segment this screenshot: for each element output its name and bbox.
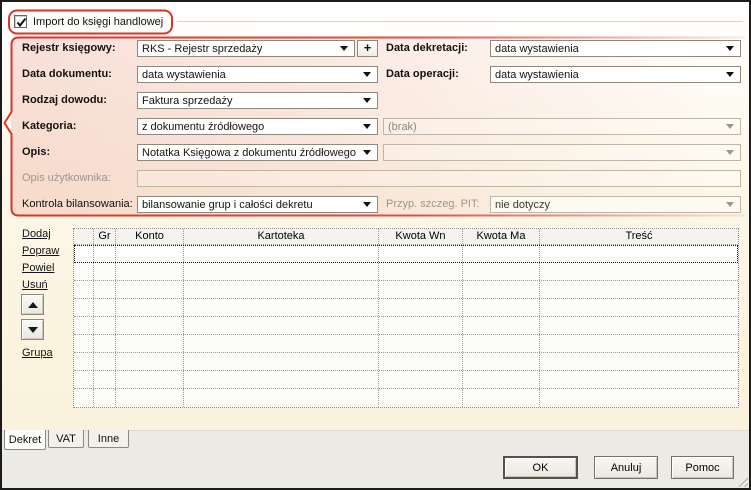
table-row[interactable] — [74, 317, 738, 335]
arrow-down-icon — [27, 326, 38, 333]
col-kwota-wn[interactable]: Kwota Wn — [379, 229, 463, 244]
tab-vat[interactable]: VAT — [48, 430, 84, 448]
user-description-label: Opis użytkownika: — [22, 172, 111, 184]
tab-inne[interactable]: Inne — [88, 430, 129, 448]
category-label: Kategoria: — [22, 120, 77, 132]
chevron-down-icon — [726, 202, 734, 207]
category-select[interactable]: z dokumentu źródłowego — [137, 118, 378, 135]
cancel-button[interactable]: Anuluj — [594, 456, 658, 479]
col-konto[interactable]: Konto — [116, 229, 184, 244]
chevron-down-icon — [726, 150, 734, 155]
user-description-input[interactable] — [137, 170, 741, 187]
help-button[interactable]: Pomoc — [671, 456, 734, 479]
decree-date-select[interactable]: data wystawienia — [490, 40, 741, 57]
delete-link[interactable]: Usuń — [22, 279, 48, 291]
chevron-down-icon — [363, 150, 371, 155]
chevron-down-icon — [726, 124, 734, 129]
add-register-button[interactable]: + — [357, 40, 378, 57]
balance-control-label: Kontrola bilansowania: — [22, 198, 133, 210]
table-row[interactable] — [74, 353, 738, 371]
import-checkbox-label[interactable]: Import do księgi handlowej — [33, 15, 163, 29]
edit-link[interactable]: Popraw — [22, 245, 59, 257]
import-checkbox[interactable] — [14, 15, 27, 28]
evidence-type-label: Rodzaj dowodu: — [22, 94, 107, 106]
table-row[interactable] — [74, 335, 738, 353]
move-up-button[interactable] — [21, 294, 44, 315]
operation-date-label: Data operacji: — [386, 68, 459, 80]
table-row[interactable] — [74, 371, 738, 389]
group-link[interactable]: Grupa — [22, 347, 53, 359]
table-row[interactable] — [74, 281, 738, 299]
table-row[interactable] — [74, 299, 738, 317]
add-link[interactable]: Dodaj — [22, 228, 51, 240]
balance-control-select[interactable]: bilansowanie grup i całości dekretu — [137, 196, 378, 213]
tab-dekret[interactable]: Dekret — [4, 430, 46, 450]
col-tresc[interactable]: Treść — [540, 229, 738, 244]
register-select[interactable]: RKS - Rejestr sprzedaży — [137, 40, 355, 57]
move-down-button[interactable] — [21, 319, 44, 340]
col-kartoteka[interactable]: Kartoteka — [184, 229, 379, 244]
description-label: Opis: — [22, 146, 51, 158]
document-date-select[interactable]: data wystawienia — [137, 66, 378, 83]
ok-button[interactable]: OK — [503, 456, 578, 479]
col-gr[interactable]: Gr — [94, 229, 116, 244]
table-row[interactable] — [74, 245, 738, 263]
table-header-row: Gr Konto Kartoteka Kwota Wn Kwota Ma Tre… — [74, 229, 738, 245]
chevron-down-icon — [363, 202, 371, 207]
chevron-down-icon — [726, 46, 734, 51]
chevron-down-icon — [363, 72, 371, 77]
register-label: Rejestr księgowy: — [22, 42, 116, 54]
chevron-down-icon — [363, 124, 371, 129]
col-kwota-ma[interactable]: Kwota Ma — [463, 229, 540, 244]
operation-date-select[interactable]: data wystawienia — [490, 66, 741, 83]
description-secondary-select[interactable] — [383, 144, 741, 161]
chevron-down-icon — [340, 46, 348, 51]
table-row[interactable] — [74, 263, 738, 281]
groupbox-top-line — [177, 21, 743, 22]
decree-date-label: Data dekretacji: — [386, 42, 468, 54]
import-decree-dialog: Import do księgi handlowej Rejestr księg… — [0, 0, 751, 490]
arrow-up-icon — [27, 301, 38, 308]
category-secondary-select[interactable]: (brak) — [383, 118, 741, 135]
document-date-label: Data dokumentu: — [22, 68, 112, 80]
table-row[interactable] — [74, 389, 738, 407]
duplicate-link[interactable]: Powiel — [22, 262, 54, 274]
chevron-down-icon — [363, 98, 371, 103]
decree-table: Gr Konto Kartoteka Kwota Wn Kwota Ma Tre… — [73, 228, 739, 408]
col-selector[interactable] — [74, 229, 94, 244]
pit-select[interactable]: nie dotyczy — [490, 196, 741, 213]
check-icon — [16, 17, 27, 28]
description-select[interactable]: Notatka Księgowa z dokumentu źródłowego — [137, 144, 378, 161]
chevron-down-icon — [726, 72, 734, 77]
pit-label: Przyp. szczeg. PIT: — [386, 198, 480, 210]
evidence-type-select[interactable]: Faktura sprzedaży — [137, 92, 378, 109]
